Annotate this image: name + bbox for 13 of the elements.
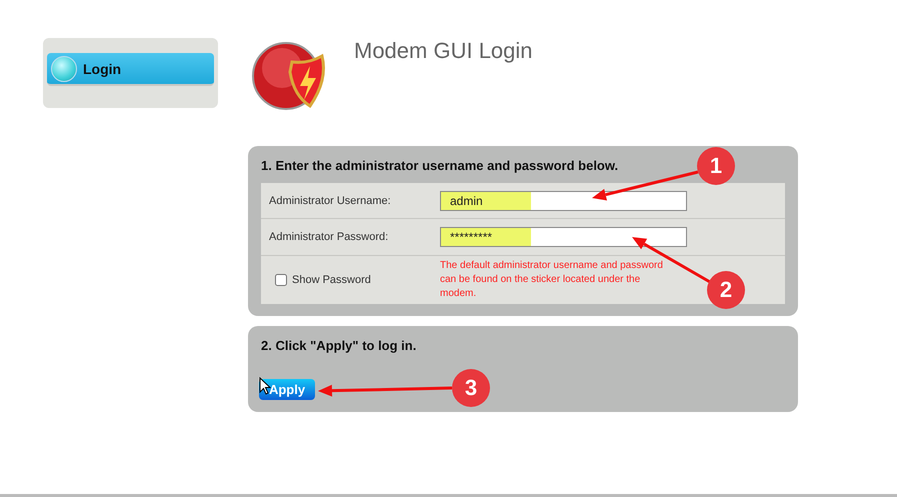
input-field[interactable]: ********* bbox=[440, 227, 687, 247]
page-title: Modem GUI Login bbox=[354, 38, 533, 65]
input-field[interactable]: admin bbox=[440, 190, 687, 210]
step-heading: 2. Click "Apply" to log in. bbox=[261, 338, 416, 355]
checkbox-label: Show Password bbox=[292, 274, 371, 286]
field-label: Administrator Password: bbox=[269, 231, 390, 243]
hint-text: The default administrator username and password can be found on the sticker located under the modem. bbox=[440, 259, 664, 301]
sidebar-item[interactable]: Login bbox=[47, 53, 214, 86]
cursor-icon bbox=[259, 377, 271, 395]
checkbox[interactable] bbox=[275, 274, 287, 286]
field-label: Administrator Username: bbox=[269, 194, 392, 206]
orb-icon bbox=[51, 56, 77, 82]
step-heading: 1. Enter the administrator username and password below. bbox=[261, 158, 618, 175]
